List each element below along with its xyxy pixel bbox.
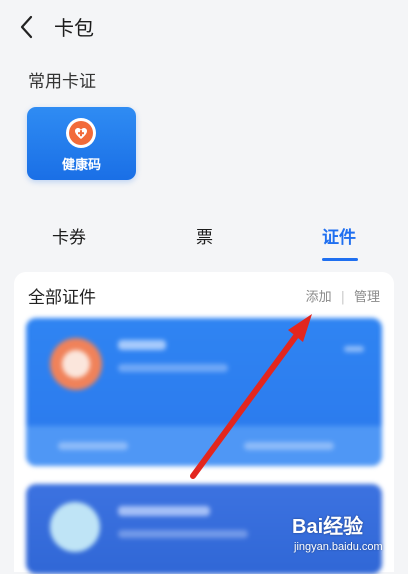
heart-badge-icon	[66, 118, 96, 148]
health-code-label: 健康码	[61, 158, 101, 173]
card-avatar	[50, 338, 102, 390]
card-avatar	[50, 502, 100, 552]
tab-bar: 卡券 票 证件	[0, 222, 408, 262]
tab-certificates[interactable]: 证件	[322, 226, 356, 250]
actions-separator: |	[340, 290, 345, 305]
header-bar: 卡包	[0, 0, 408, 58]
certificate-card-blurred[interactable]	[26, 318, 382, 466]
tab-active-indicator	[322, 258, 358, 261]
blurred-text	[244, 442, 334, 450]
health-code-card[interactable]: 健康码	[27, 107, 136, 180]
panel-title: 全部证件	[28, 288, 96, 308]
manage-button[interactable]: 管理	[354, 290, 380, 305]
tab-tickets[interactable]: 票	[196, 226, 213, 250]
blurred-text	[344, 346, 364, 352]
page-title: 卡包	[54, 16, 94, 40]
section-title: 常用卡证	[28, 72, 96, 92]
panel-actions: 添加 | 管理	[306, 289, 380, 307]
chevron-left-icon[interactable]	[16, 14, 40, 40]
tab-coupons[interactable]: 卡券	[52, 226, 86, 250]
add-button[interactable]: 添加	[306, 290, 332, 305]
watermark: Bai经验 jingyan.baidu.com	[292, 510, 402, 556]
blurred-text	[118, 530, 248, 538]
watermark-url: jingyan.baidu.com	[294, 541, 383, 553]
blurred-text	[118, 506, 210, 516]
blurred-text	[58, 442, 128, 450]
blurred-text	[118, 340, 166, 350]
watermark-logo: Bai经验	[292, 516, 364, 538]
blurred-text	[118, 364, 228, 372]
